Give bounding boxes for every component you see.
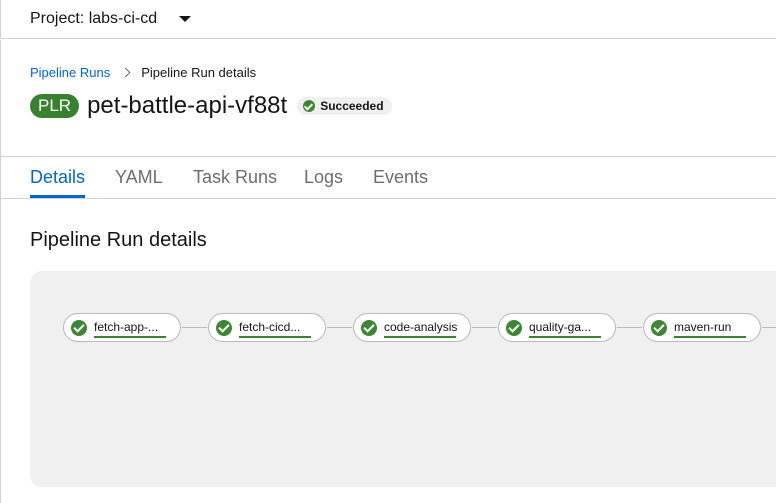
task-label: maven-run [674,320,732,334]
task-node-maven-run[interactable]: maven-run [643,313,761,342]
check-circle-icon [651,320,667,336]
task-label: fetch-cicd... [239,320,301,334]
tab-bar: Details YAML Task Runs Logs Events [1,156,776,199]
tab-logs[interactable]: Logs [304,167,343,188]
check-circle-icon [506,320,522,336]
page-header: PLR pet-battle-api-vf88t Succeeded [30,92,392,120]
check-circle-icon [71,320,87,336]
task-node-code-analysis[interactable]: code-analysis [353,313,471,342]
check-circle-icon [361,320,377,336]
main-content: Pipeline Runs Pipeline Run details PLR p… [0,40,776,503]
check-circle-icon [216,320,232,336]
task-label: code-analysis [384,320,458,334]
tab-task-runs[interactable]: Task Runs [193,167,277,188]
chevron-right-icon [120,67,131,78]
task-connector [182,327,207,328]
breadcrumb: Pipeline Runs Pipeline Run details [30,65,256,80]
tab-events[interactable]: Events [373,167,428,188]
task-progress-bar [94,336,166,338]
page-title: pet-battle-api-vf88t [87,92,288,119]
breadcrumb-pipeline-runs[interactable]: Pipeline Runs [30,65,110,80]
task-connector [762,327,776,328]
task-node-fetch-app[interactable]: fetch-app-... [63,313,181,342]
status-badge: Succeeded [297,97,392,115]
task-node-fetch-cicd[interactable]: fetch-cicd... [208,313,326,342]
task-label: quality-ga... [529,320,592,334]
task-progress-bar [674,336,746,338]
breadcrumb-current: Pipeline Run details [141,65,257,80]
tab-yaml[interactable]: YAML [115,167,163,188]
task-connector [327,327,352,328]
task-progress-bar [529,336,601,338]
task-progress-bar [384,336,456,338]
tab-details[interactable]: Details [30,167,85,188]
resource-badge: PLR [30,94,80,118]
status-label: Succeeded [320,99,384,113]
task-label: fetch-app-... [94,320,159,334]
pipeline-topology: fetch-app-... fetch-cicd... code-analysi… [30,271,776,487]
task-progress-bar [239,336,311,338]
check-circle-icon [303,100,316,112]
active-tab-indicator [30,195,85,198]
project-selector[interactable]: Project: labs-ci-cd [30,10,157,28]
project-bar: Project: labs-ci-cd [0,0,776,39]
caret-down-icon[interactable] [179,16,191,22]
task-node-quality-gate[interactable]: quality-ga... [498,313,616,342]
task-connector [472,327,497,328]
section-title: Pipeline Run details [30,229,207,251]
task-connector [617,327,642,328]
